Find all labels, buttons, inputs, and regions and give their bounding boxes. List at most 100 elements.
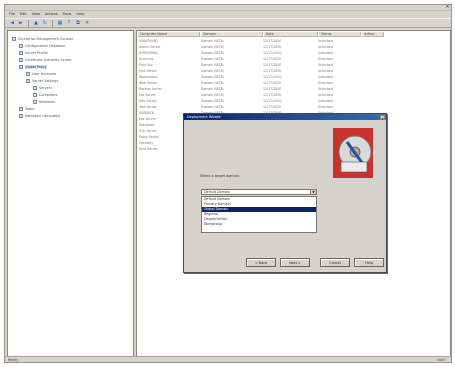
tree-item-label: Managed Computers (25, 113, 61, 118)
table-cell: Unlocked (318, 99, 333, 103)
help-button[interactable]: Help (354, 258, 384, 267)
tree-item[interactable]: Servers (33, 85, 52, 90)
tree-item[interactable]: Certificate Authority Server (19, 57, 72, 62)
table-row[interactable]: Print Svc Domain NETA\ 12/17/2000 Unlocked (139, 63, 361, 68)
menu-edit[interactable]: Edit (20, 11, 27, 17)
tree-pane[interactable]: Enterprise Management Console Configurati… (7, 30, 134, 357)
domain-listbox[interactable]: Default Domain Primary Domain Global Domai… (201, 196, 317, 233)
table-cell: 12/17/2000 (263, 99, 282, 103)
folder-icon (19, 113, 23, 118)
table-cell: Domain NETA\ (201, 39, 224, 43)
tree-item[interactable]: Tasks (19, 106, 34, 111)
tree-item-label: Configuration Database (25, 43, 66, 48)
table-row[interactable]: Mail Server Domain NETA\ 12/17/2000 Unlocke… (139, 69, 361, 74)
toolbar: ◄ ► ▲ ↻ ▦ ? ⧉ ✕ (5, 18, 451, 28)
up-icon[interactable]: ▲ (32, 20, 40, 27)
tree-item-label: Server Settings (32, 78, 59, 83)
table-row[interactable]: Web Server Domain NETA\ 12/17/2000 Unlocked (139, 81, 361, 86)
table-cell: File Server (139, 93, 156, 97)
toolbar-separator (52, 19, 53, 27)
table-row[interactable]: Workstation Domain NETA\ 12/17/2000 Unlocke… (139, 75, 361, 80)
menu-help[interactable]: Help (76, 11, 84, 17)
chevron-down-icon[interactable]: ▼ (310, 190, 316, 194)
copy-icon[interactable]: ⧉ (74, 20, 82, 27)
table-row[interactable]: Backup Server Domain NETA\ 12/17/2000 Unloc… (139, 87, 361, 92)
column-header-action[interactable]: Action (362, 32, 384, 37)
tree-item[interactable]: Server Settings (26, 78, 58, 83)
help-icon[interactable]: ? (65, 20, 73, 27)
tree-item-label: Certificate Authority Server (25, 57, 72, 62)
table-cell: Unlocked (318, 57, 333, 61)
folder-icon (19, 64, 23, 69)
tree-item[interactable]: Managed Computers (19, 113, 60, 118)
table-cell: Backup Server (139, 87, 163, 91)
tree-item[interactable]: Configuration Database (19, 43, 65, 48)
combo-value: Default Domain (204, 190, 230, 194)
table-cell: Domain NETA\ (201, 63, 224, 67)
table-cell: Domain NETA\ (201, 51, 224, 55)
close-icon[interactable]: × (445, 5, 450, 10)
status-bar: Ready NUM (5, 356, 451, 362)
column-header-status[interactable]: Status (319, 32, 361, 37)
menu-view[interactable]: View (32, 11, 40, 17)
table-cell: Workstation (139, 75, 159, 79)
menu-tools[interactable]: Tools (63, 11, 72, 17)
table-row[interactable]: Test Server Domain NETA\ 12/17/2000 Unlocke… (139, 105, 361, 110)
table-row[interactable]: Accounts Domain NETA\ 12/17/2000 Unlocked (139, 57, 361, 62)
table-cell: Admin Server (139, 45, 161, 49)
table-row[interactable]: SVRADMIN2 Domain NETA\ 12/17/2000 Unlocked (139, 51, 361, 56)
folder-icon (19, 50, 23, 55)
tree-item-label: User Accounts (32, 71, 57, 76)
next-button[interactable]: Next > (280, 258, 310, 267)
table-cell: 12/17/2000 (263, 87, 282, 91)
tree-item[interactable]: Enterprise Management Console (12, 36, 73, 41)
table-cell: Domain NETA\ (201, 57, 224, 61)
table-row[interactable]: File Server Domain NETA\ 12/17/2000 Unlocke… (139, 93, 361, 98)
list-option[interactable]: Workgroup (202, 222, 316, 227)
column-header-date[interactable]: Date (264, 32, 318, 37)
table-cell: Unlocked (318, 75, 333, 79)
back-button[interactable]: < Back (246, 258, 276, 267)
tree-item[interactable]: Global Policy (19, 64, 47, 69)
wizard-dialog: Deployment Wizard × Select a target doma… (183, 113, 387, 273)
column-header-name[interactable]: Computer Name (138, 32, 200, 37)
table-cell: Domain NETA\ (201, 45, 224, 49)
dialog-prompt: Select a target domain: (200, 174, 240, 178)
tree-item-label: Global Policy (25, 64, 47, 69)
tree-item[interactable]: Computers (33, 92, 58, 97)
table-row[interactable]: SVRADMIN1 Domain NETA\ 12/17/2000 Unlocked (139, 39, 361, 44)
folder-icon (26, 71, 30, 76)
menu-actions[interactable]: Actions (45, 11, 58, 17)
table-cell: 12/17/2000 (263, 75, 282, 79)
table-row[interactable]: Dev Server Domain NETA\ 12/17/2000 Unlocked (139, 99, 361, 104)
folder-icon (19, 43, 23, 48)
forward-icon[interactable]: ► (17, 20, 25, 27)
tree-item-label: Tasks (25, 106, 35, 111)
tree-item[interactable]: User Accounts (26, 71, 56, 76)
refresh-icon[interactable]: ↻ (41, 20, 49, 27)
folder-icon (26, 78, 30, 83)
back-icon[interactable]: ◄ (8, 20, 16, 27)
table-cell: 12/17/2000 (263, 69, 282, 73)
folder-icon (19, 57, 23, 62)
table-cell: Domain NETA\ (201, 93, 224, 97)
wizard-graphic (333, 128, 373, 178)
table-cell: Unlocked (318, 93, 333, 97)
column-header-domain[interactable]: Domain (201, 32, 263, 37)
table-cell: Test Server (139, 105, 157, 109)
table-cell: Accounts (139, 57, 154, 61)
delete-icon[interactable]: ✕ (83, 20, 91, 27)
cancel-button[interactable]: Cancel (320, 258, 350, 267)
dialog-close-button[interactable]: × (380, 114, 385, 121)
tree-item[interactable]: Networks (33, 99, 55, 104)
properties-icon[interactable]: ▦ (56, 20, 64, 27)
domain-combobox[interactable]: Default Domain ▼ (201, 189, 317, 195)
table-cell: 12/17/2000 (263, 51, 282, 55)
table-cell: Dev Server (139, 99, 157, 103)
menu-file[interactable]: File (9, 11, 15, 17)
table-cell: Domain NETA\ (201, 75, 224, 79)
tree-item-label: Networks (39, 99, 55, 104)
table-cell: 12/17/2000 (263, 39, 282, 43)
tree-item[interactable]: Server Profile (19, 50, 48, 55)
table-row[interactable]: Admin Server Domain NETA\ 12/17/2000 Unlock… (139, 45, 361, 50)
